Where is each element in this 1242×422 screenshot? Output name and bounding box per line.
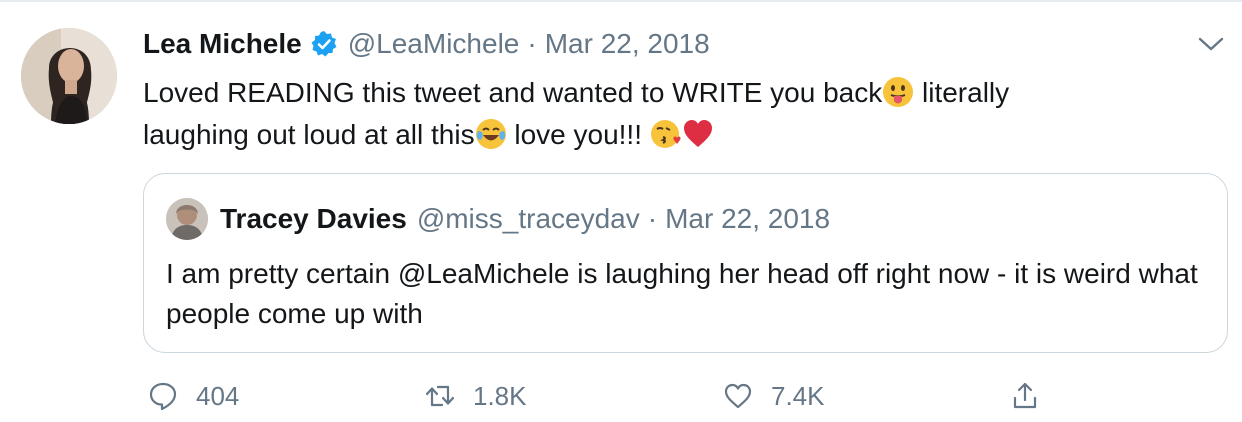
quoted-tweet-date[interactable]: Mar 22, 2018 — [665, 203, 830, 235]
quoted-author-name[interactable]: Tracey Davies — [220, 203, 407, 235]
tweet-text-segment: love you!!! — [506, 119, 650, 150]
chevron-down-icon[interactable] — [1196, 32, 1226, 56]
separator-dot: · — [647, 203, 658, 234]
verified-badge-icon — [310, 30, 338, 58]
retweet-icon — [425, 385, 455, 407]
tweet-text-segment: Loved READING this tweet and wanted to W… — [143, 77, 883, 108]
tweet-actions: 404 1.8K 7.4K — [148, 372, 1048, 420]
face-with-tongue-icon — [882, 76, 914, 108]
tweet-header: Lea Michele @LeaMichele · Mar 22, 2018 — [143, 24, 710, 64]
share-icon — [1013, 382, 1037, 409]
face-blowing-kiss-icon — [650, 118, 682, 150]
quoted-author-handle[interactable]: @miss_traceydav — [417, 203, 640, 235]
like-button[interactable]: 7.4K — [723, 372, 825, 420]
red-heart-icon — [682, 118, 714, 150]
retweet-button[interactable]: 1.8K — [425, 372, 527, 420]
quoted-author-avatar[interactable] — [166, 198, 208, 240]
author-handle[interactable]: @LeaMichele — [348, 28, 520, 60]
reply-button[interactable]: 404 — [148, 372, 239, 420]
tweet-text-segment: laughing out loud at all this — [143, 119, 475, 150]
heart-icon — [724, 383, 752, 409]
quoted-tweet[interactable]: Tracey Davies @miss_traceydav · Mar 22, … — [143, 173, 1228, 353]
reply-icon — [149, 382, 177, 411]
author-avatar[interactable] — [21, 28, 117, 124]
tweet-text: Loved READING this tweet and wanted to W… — [143, 72, 1183, 156]
tweet-text-segment: literally — [914, 77, 1010, 108]
reply-count: 404 — [196, 380, 240, 411]
retweet-count: 1.8K — [473, 380, 527, 411]
separator-dot: · — [527, 28, 537, 59]
share-button[interactable] — [1010, 372, 1040, 420]
tears-of-joy-icon — [475, 118, 507, 150]
quoted-tweet-text: I am pretty certain @LeaMichele is laugh… — [166, 258, 1198, 329]
quoted-tweet-header: Tracey Davies @miss_traceydav · Mar 22, … — [220, 198, 830, 240]
author-name[interactable]: Lea Michele — [143, 28, 302, 60]
tweet-date[interactable]: Mar 22, 2018 — [545, 28, 710, 60]
tweet[interactable]: Lea Michele @LeaMichele · Mar 22, 2018 L… — [0, 0, 1242, 422]
like-count: 7.4K — [771, 380, 825, 411]
